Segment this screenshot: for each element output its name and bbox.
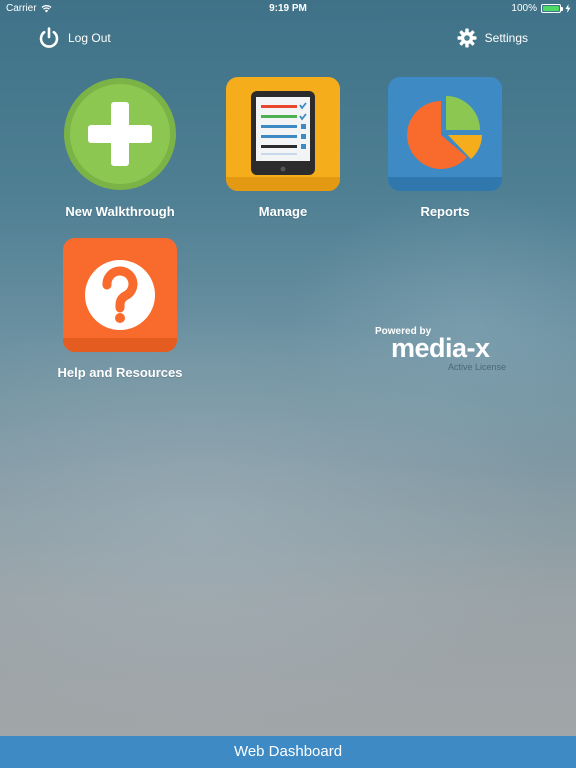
status-time: 9:19 PM — [269, 3, 307, 14]
question-circle-icon — [63, 238, 177, 352]
reports-tile[interactable]: Reports — [365, 77, 525, 219]
battery-fill — [543, 6, 559, 11]
license-status: Active License — [447, 362, 506, 372]
bolt-icon — [565, 4, 571, 13]
logout-label: Log Out — [68, 31, 111, 45]
plus-circle-icon — [63, 77, 177, 191]
tablet-checklist-icon — [226, 77, 340, 191]
status-right: 100% — [511, 3, 571, 14]
branding: Powered by media-x Active License — [375, 326, 515, 372]
reports-label: Reports — [420, 204, 470, 219]
brand-logo: media-x — [391, 333, 490, 363]
new-walkthrough-label: New Walkthrough — [65, 204, 175, 219]
manage-tile[interactable]: Manage — [203, 77, 363, 219]
gear-icon — [457, 28, 477, 48]
logout-button[interactable]: Log Out — [38, 27, 111, 49]
power-icon — [39, 27, 59, 48]
web-dashboard-button[interactable]: Web Dashboard — [0, 736, 576, 768]
battery-percent: 100% — [511, 3, 537, 14]
battery-icon — [541, 4, 563, 13]
new-walkthrough-tile[interactable]: New Walkthrough — [40, 77, 200, 219]
help-resources-tile[interactable]: Help and Resources — [40, 238, 200, 380]
help-resources-label: Help and Resources — [57, 365, 183, 380]
settings-label: Settings — [484, 31, 528, 45]
status-bar: Carrier 9:19 PM 100% — [0, 0, 576, 18]
pie-chart-icon — [388, 77, 502, 191]
settings-button[interactable]: Settings — [457, 28, 528, 48]
manage-label: Manage — [258, 204, 308, 219]
